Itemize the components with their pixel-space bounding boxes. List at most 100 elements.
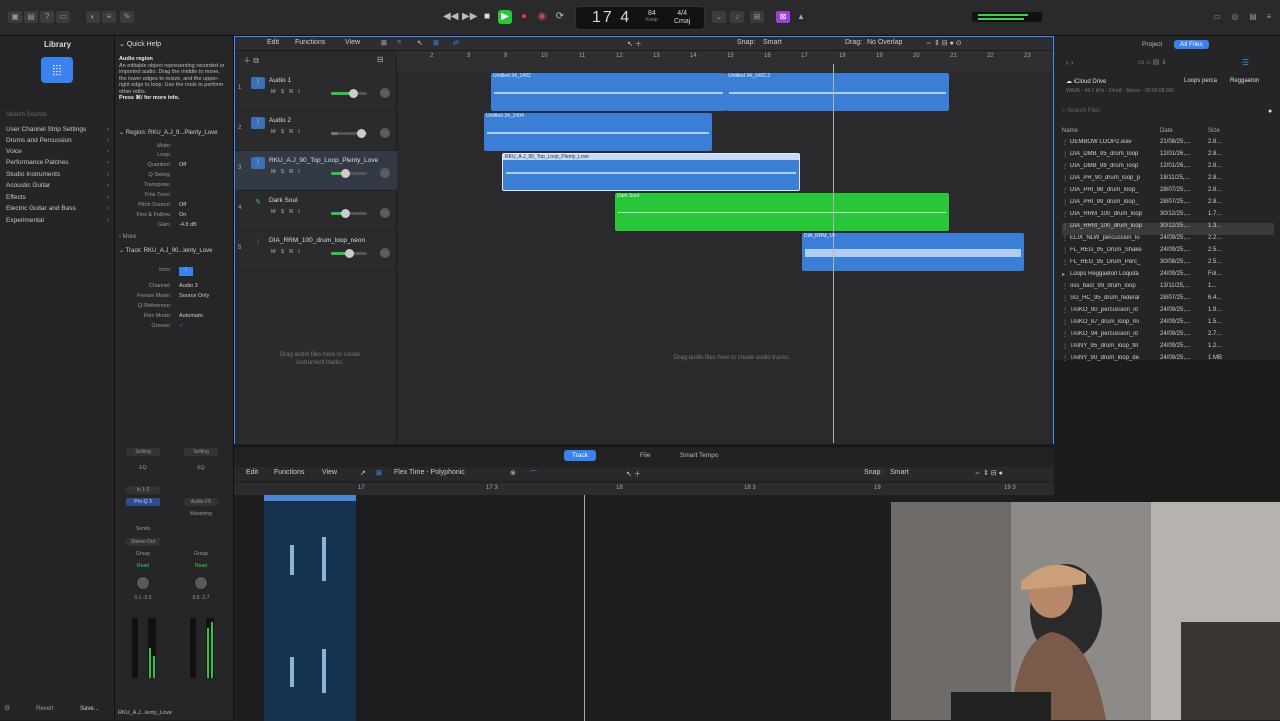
pan-knob[interactable] <box>136 576 150 590</box>
playhead[interactable] <box>833 64 834 443</box>
flex-icon[interactable]: ⇄ <box>449 39 463 49</box>
cycle-icon[interactable]: ⟳ <box>553 10 567 24</box>
track-pan-knob[interactable] <box>380 88 390 98</box>
tuner-icon[interactable]: ♪ <box>730 11 744 23</box>
functions-menu[interactable]: Functions <box>291 39 329 49</box>
editor-snap-select[interactable]: Smart <box>886 469 964 479</box>
save-button[interactable]: Save... <box>80 706 99 712</box>
editor-view-menu[interactable]: View <box>318 469 341 479</box>
count-in-icon[interactable]: ⊞ <box>750 11 764 23</box>
forward-icon[interactable]: ▶▶ <box>462 10 477 24</box>
tab-all-files[interactable]: All Files <box>1174 40 1209 49</box>
grid-icon[interactable]: ⊞ <box>377 39 391 49</box>
lcd-display[interactable]: 17 4 84 Keep 4/4 Cmaj <box>575 6 705 30</box>
file-row[interactable]: ⋮ DIA_PRI_98_drum_loop_ 28/07/25,... 2.8... <box>1062 187 1274 199</box>
track-buttons[interactable]: MSRI <box>271 209 305 215</box>
tab-smart-tempo[interactable]: Smart Tempo <box>672 450 727 461</box>
path-bar[interactable]: ☁ iCloud Drive <box>1066 78 1106 85</box>
track-param-row[interactable]: Icon: ⦙ <box>119 267 231 276</box>
checkbox-icon[interactable]: ✓ <box>179 323 184 329</box>
file-row[interactable]: ⋮ DIA_DMB_95_drum_loop 12/01/26,... 2.8... <box>1062 151 1274 163</box>
path-folder[interactable]: Loops perca <box>1184 78 1217 84</box>
revert-button[interactable]: Revert <box>36 706 54 712</box>
track-pan-knob[interactable] <box>380 128 390 138</box>
drag-select[interactable]: No Overlap <box>863 39 906 49</box>
global-tracks-icon[interactable]: ⊟ <box>377 55 384 64</box>
view-menu[interactable]: View <box>341 39 364 49</box>
library-item[interactable]: User Channel Strip Settings › <box>6 126 112 137</box>
region-param-row[interactable]: Quantize: Off <box>119 162 231 171</box>
pointer-tool-icon[interactable]: ↗ <box>356 469 370 479</box>
region-param-row[interactable]: Gain: -4.8 dB <box>119 222 231 231</box>
column-header-name[interactable]: Name <box>1062 128 1078 134</box>
group-slot[interactable]: Group <box>184 550 218 558</box>
sends-slot[interactable]: Sends <box>126 525 160 533</box>
add-track-icon[interactable]: ＋ ⧉ <box>243 55 259 66</box>
stop-icon[interactable]: ■ <box>480 10 494 24</box>
eq-button[interactable]: EQ <box>184 464 218 472</box>
file-row[interactable]: ⋮ TAIKO_87_drum_loop_mi 24/09/25,... 1.5... <box>1062 319 1274 331</box>
track-name[interactable]: RKU_A.J_90_Top_Loop_Plenty_Love <box>269 157 378 164</box>
track-buttons[interactable]: MSRI <box>271 89 305 95</box>
track-name[interactable]: DIA_RRM_100_drum_loop_neon <box>269 237 365 244</box>
track-inspector-header[interactable]: ⌄ Track: RKU_A.J_90...lenty_Love <box>119 247 231 257</box>
library-item[interactable]: Voice › <box>6 148 112 159</box>
quick-help-icon[interactable]: ? <box>40 11 54 23</box>
track-volume-slider[interactable] <box>331 249 367 258</box>
audio-region[interactable]: Untitled 34_1#02 <box>491 73 726 111</box>
track-name[interactable]: Audio 1 <box>269 77 291 84</box>
region-param-row[interactable]: Mute: <box>119 143 231 152</box>
lcd-menu-icon[interactable]: ⌄ <box>712 11 726 23</box>
more-disclosure[interactable]: › More <box>119 234 231 244</box>
region-param-row[interactable]: Transpose: <box>119 182 231 191</box>
file-row[interactable]: ⋮ TAIKO_94_percussion_lo 24/09/25,... 2.7..… <box>1062 331 1274 343</box>
track-name[interactable]: Audio 2 <box>269 117 291 124</box>
file-row[interactable]: ⋮ DIA_PRI_99_drum_loop_ 28/07/25,... 2.8... <box>1062 199 1274 211</box>
audio-region[interactable]: DIA_RRM_10 <box>802 233 1024 271</box>
file-row[interactable]: ⋮ oss_bast_99_drum_loop 13/11/25,... 1... <box>1062 283 1274 295</box>
track-header[interactable]: 4 ✎ Dark Soul MSRI <box>235 191 397 231</box>
plugin-slot[interactable]: Pro-Q 3 <box>126 498 160 506</box>
track-header[interactable]: 5 ⦙ DIA_RRM_100_drum_loop_neon MSRI <box>235 231 397 271</box>
browser-nav-icons[interactable]: ▭ ⌂ ▤ ⇓ <box>1138 58 1167 66</box>
capture-record-icon[interactable]: ◉ <box>535 10 549 24</box>
browser-icon[interactable]: ▤ <box>1246 11 1260 23</box>
region-param-row[interactable]: Q-Swing: <box>119 172 231 181</box>
midi-region[interactable]: Dark Soul <box>615 193 949 231</box>
library-item[interactable]: Experimental › <box>6 217 112 228</box>
editor-playhead[interactable] <box>584 495 585 721</box>
back-forward-icon[interactable]: ‹ › <box>1066 58 1074 67</box>
volume-fader[interactable] <box>190 618 196 678</box>
link-icon[interactable]: ⌒ <box>526 469 541 479</box>
track-buttons[interactable]: MSRI <box>271 129 305 135</box>
mixer-icon[interactable]: ≡ <box>102 11 116 23</box>
editor-zoom-icons[interactable]: ⇔ ⇕ ⊟ ● <box>970 469 1007 479</box>
zoom-icon[interactable]: ⇔ ⇕ ⊟ ● ⊙ <box>921 39 966 49</box>
tool-menu-icon[interactable]: ↖ ＋ <box>622 469 645 479</box>
audio-region[interactable]: Untitled 34_1#02.2 <box>726 73 949 111</box>
note-pad-icon[interactable]: ▭ <box>1210 11 1224 23</box>
view-as-list-icon[interactable]: ☰ <box>1242 58 1249 67</box>
track-volume-slider[interactable] <box>331 209 367 218</box>
file-row[interactable]: ⋮ DIA_RRM_100_drum_loop 30/12/25,... 1.7... <box>1062 211 1274 223</box>
column-header-date[interactable]: Date <box>1160 128 1173 134</box>
solo-icon[interactable]: ⊗ <box>506 469 520 479</box>
editor-ruler[interactable]: 17 17 3 18 18 3 19 19 3 <box>234 483 1054 495</box>
track-header[interactable]: 3 ⦙ RKU_A.J_90_Top_Loop_Plenty_Love MSRI <box>235 151 397 191</box>
settings-gear-icon[interactable]: ⚙ <box>4 704 10 712</box>
snap-select[interactable]: Smart <box>759 39 837 49</box>
audio-region-selected[interactable]: RKU_A.J_90_Top_Loop_Plenty_Love <box>502 153 800 191</box>
track-name[interactable]: Dark Soul <box>269 197 298 204</box>
file-row[interactable]: ⋮ FL_REG_95_Drum_Shake 24/09/25,... 2.5... <box>1062 247 1274 259</box>
editor-edit-menu[interactable]: Edit <box>242 469 262 479</box>
region-inspector-header[interactable]: ⌄ Region: RKU_A.J_9...Plenty_Love <box>119 129 231 139</box>
file-row[interactable]: ⋮ DIA_DMB_98_drum_loop 12/01/26,... 2.8... <box>1062 163 1274 175</box>
pan-knob[interactable] <box>194 576 208 590</box>
browser-search-input[interactable]: ⌕ Search Files <box>1062 108 1274 118</box>
file-row[interactable]: ⋮ DIA_PR_90_drum_loop_p 18/11/25,... 2.8... <box>1062 175 1274 187</box>
edit-menu[interactable]: Edit <box>263 39 283 49</box>
file-row[interactable]: ⋮ TAINY_90_drum_loop_de 24/09/25,... 1 MB <box>1062 355 1274 367</box>
library-item[interactable]: Drums and Percussion › <box>6 137 112 148</box>
path-folder[interactable]: Reggaeton <box>1230 78 1259 84</box>
tab-track[interactable]: Track <box>564 450 597 461</box>
